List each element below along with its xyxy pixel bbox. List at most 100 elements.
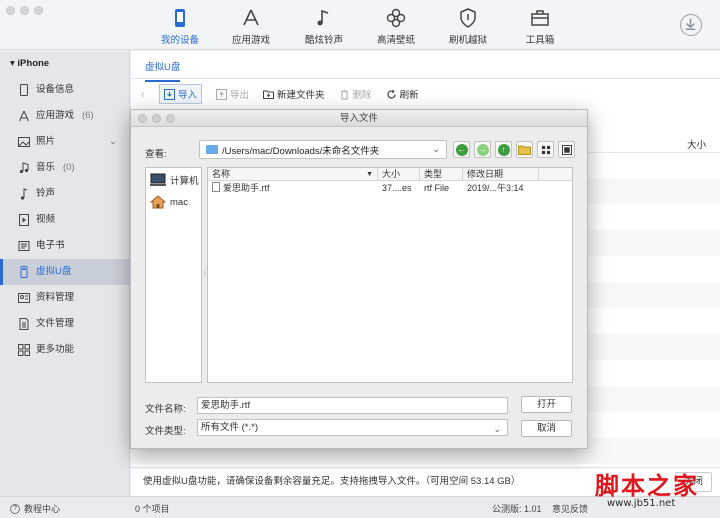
- look-in-label: 查看:: [145, 149, 167, 160]
- back-icon[interactable]: ‹: [141, 87, 145, 101]
- sidebar-item-label: 应用游戏: [36, 110, 75, 121]
- nav-my-device[interactable]: 我的设备: [145, 8, 215, 46]
- sidebar-item-label: 资料管理: [36, 292, 75, 303]
- tab-bar: 虚拟U盘: [131, 51, 720, 82]
- tutorial-label: 教程中心: [24, 504, 61, 514]
- nav-label: 工具箱: [525, 35, 555, 46]
- dialog-zoom-button[interactable]: [166, 114, 175, 123]
- sidebar-item-file-management[interactable]: 文件管理: [0, 311, 129, 337]
- column-header-type[interactable]: 类型: [420, 168, 463, 180]
- sidebar-item-virtual-udisk[interactable]: 虚拟U盘: [0, 259, 129, 285]
- sidebar-item-video[interactable]: 视频: [0, 207, 129, 233]
- delete-button[interactable]: 删除: [339, 87, 372, 101]
- column-label: 大小: [382, 169, 401, 179]
- music-icon: [19, 162, 29, 174]
- column-label: 名称: [212, 169, 231, 179]
- look-in-select[interactable]: /Users/mac/Downloads/未命名文件夹 ⌄: [199, 140, 447, 159]
- parent-folder-button[interactable]: ↑: [495, 141, 512, 158]
- sidebar-item-label: 视频: [36, 214, 56, 225]
- file-icon: [19, 318, 29, 330]
- nav-apps-games[interactable]: 应用游戏: [216, 8, 286, 46]
- dialog-title-bar: 导入文件: [131, 110, 587, 127]
- file-row[interactable]: 爱思助手.rtf 37....es rtf File 2019/...午3:14: [208, 181, 572, 196]
- file-name-cell: 爱思助手.rtf: [208, 181, 378, 196]
- version-label: 公测版: 1.01: [492, 504, 542, 514]
- column-header-date[interactable]: 修改日期: [463, 168, 539, 180]
- capacity-notice: 使用虚拟U盘功能，请确保设备剩余容量充足。支持拖拽导入文件。（可用空间 53.1…: [143, 476, 521, 487]
- tab-virtual-udisk[interactable]: 虚拟U盘: [145, 59, 181, 82]
- column-header-size[interactable]: 大小: [687, 137, 706, 151]
- nav-ringtones[interactable]: 酷炫铃声: [289, 8, 359, 46]
- chevron-down-icon[interactable]: ⌄: [109, 129, 117, 155]
- sidebar-item-ebooks[interactable]: 电子书: [0, 233, 129, 259]
- device-header[interactable]: ▾ iPhone: [0, 51, 129, 77]
- photo-icon: [18, 137, 30, 147]
- sidebar-item-ringtones[interactable]: 铃声: [0, 181, 129, 207]
- minimize-window-button[interactable]: [20, 6, 29, 15]
- home-icon: [150, 195, 166, 209]
- usb-drive-icon: [20, 266, 28, 278]
- detail-view-button[interactable]: [558, 141, 575, 158]
- file-name-input[interactable]: 爱思助手.rtf: [197, 397, 508, 414]
- sidebar-item-data-management[interactable]: 资料管理: [0, 285, 129, 311]
- nav-wallpapers[interactable]: 高清壁纸: [361, 8, 431, 46]
- sidebar-item-label: 虚拟U盘: [36, 266, 72, 277]
- sort-desc-icon: ▼: [366, 171, 373, 178]
- dialog-title: 导入文件: [339, 113, 378, 124]
- feedback-link[interactable]: 意见反馈: [552, 502, 588, 515]
- sidebar: ▾ iPhone 设备信息 应用游戏 (6) 照片 ⌄ 音乐 (0) 铃声 视频…: [0, 51, 130, 496]
- place-computer[interactable]: 计算机: [146, 170, 201, 190]
- place-home[interactable]: mac: [146, 192, 201, 212]
- import-file-dialog: 导入文件 查看: /Users/mac/Downloads/未命名文件夹 ⌄ ←…: [130, 109, 588, 449]
- cancel-button[interactable]: 取消: [521, 420, 572, 437]
- shield-icon: [460, 8, 476, 28]
- forward-button[interactable]: →: [474, 141, 491, 158]
- sidebar-item-device-info[interactable]: 设备信息: [0, 77, 129, 103]
- video-icon: [19, 214, 29, 226]
- nav-toolbox[interactable]: 工具箱: [505, 8, 575, 46]
- sidebar-item-label: 更多功能: [36, 344, 75, 355]
- refresh-button[interactable]: 刷新: [386, 87, 419, 101]
- new-folder-icon: [518, 145, 531, 155]
- create-folder-button[interactable]: [516, 141, 533, 158]
- music-note-icon: [317, 9, 329, 26]
- sidebar-item-count: (6): [82, 110, 94, 121]
- nav-jailbreak[interactable]: 刷机越狱: [433, 8, 503, 46]
- new-folder-button[interactable]: 新建文件夹: [263, 87, 325, 101]
- column-header-name[interactable]: 名称 ▼: [208, 168, 378, 180]
- file-name-label: 文件名称:: [145, 404, 186, 415]
- computer-icon: [150, 173, 166, 186]
- column-header-size[interactable]: 大小: [378, 168, 420, 180]
- download-manager-button[interactable]: [680, 14, 702, 36]
- export-button[interactable]: 导出: [216, 87, 249, 101]
- close-window-button[interactable]: [6, 6, 15, 15]
- up-arrow-icon: ↑: [497, 143, 510, 156]
- export-label: 导出: [230, 90, 250, 101]
- list-view-button[interactable]: [537, 141, 554, 158]
- detail-view-icon: [561, 144, 572, 155]
- sidebar-item-photos[interactable]: 照片 ⌄: [0, 129, 129, 155]
- zoom-window-button[interactable]: [34, 6, 43, 15]
- import-button[interactable]: 导入: [159, 84, 203, 104]
- column-label: 类型: [424, 169, 443, 179]
- splitter-handle[interactable]: ⁞: [204, 271, 206, 278]
- import-label: 导入: [178, 90, 198, 101]
- watermark-url: www.jb51.net: [607, 498, 676, 509]
- dialog-window-controls: [138, 114, 175, 123]
- back-button[interactable]: ←: [453, 141, 470, 158]
- nav-label: 高清壁纸: [376, 35, 415, 46]
- open-button[interactable]: 打开: [521, 396, 572, 413]
- file-list: 名称 ▼ 大小 类型 修改日期 爱思助手.rtf 37....es rtf Fil…: [207, 167, 573, 383]
- file-type: rtf File: [424, 183, 450, 193]
- tutorial-center-link[interactable]: ? 教程中心: [10, 502, 60, 515]
- refresh-label: 刷新: [399, 90, 419, 101]
- sidebar-item-apps[interactable]: 应用游戏 (6): [0, 103, 129, 129]
- dialog-nav-buttons: ← → ↑: [453, 141, 575, 158]
- sidebar-item-music[interactable]: 音乐 (0): [0, 155, 129, 181]
- file-type-select[interactable]: 所有文件 (*.*) ⌄: [197, 419, 508, 436]
- dialog-minimize-button[interactable]: [152, 114, 161, 123]
- item-count: 0 个项目: [135, 504, 170, 514]
- sidebar-item-more-features[interactable]: 更多功能: [0, 337, 129, 363]
- folder-icon: [206, 145, 218, 154]
- dialog-close-button[interactable]: [138, 114, 147, 123]
